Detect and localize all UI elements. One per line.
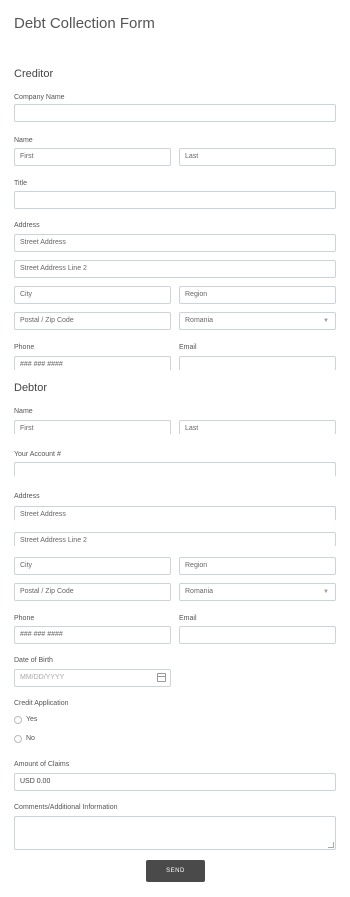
debtor-country-select[interactable]: Romania ▼ <box>179 583 336 601</box>
creditor-title-label: Title <box>14 180 27 187</box>
debtor-email-input[interactable] <box>179 626 336 644</box>
credit-application-label: Credit Application <box>14 700 69 707</box>
debtor-first-name-input[interactable]: First <box>14 420 171 434</box>
debtor-email-label: Email <box>179 615 197 622</box>
debtor-postal-input[interactable]: Postal / Zip Code <box>14 583 171 601</box>
debtor-region-input[interactable]: Region <box>179 557 336 575</box>
send-button[interactable]: SEND <box>146 860 205 882</box>
date-of-birth-placeholder: MM/DD/YYYY <box>20 674 65 681</box>
credit-no-label: No <box>26 735 35 742</box>
page-title: Debt Collection Form <box>14 15 155 32</box>
debtor-street2-input[interactable]: Street Address Line 2 <box>14 532 336 546</box>
account-number-input[interactable] <box>14 462 336 476</box>
creditor-name-label: Name <box>14 137 33 144</box>
creditor-heading: Creditor <box>14 68 54 80</box>
debtor-last-name-input[interactable]: Last <box>179 420 336 434</box>
company-name-label: Company Name <box>14 94 65 101</box>
comments-textarea[interactable] <box>14 816 336 850</box>
credit-yes-radio[interactable] <box>14 716 22 724</box>
debtor-name-label: Name <box>14 408 33 415</box>
creditor-email-input[interactable] <box>179 356 336 370</box>
creditor-postal-input[interactable]: Postal / Zip Code <box>14 312 171 330</box>
creditor-phone-input[interactable]: ### ### #### <box>14 356 171 370</box>
amount-of-claims-label: Amount of Claims <box>14 761 70 768</box>
creditor-phone-label: Phone <box>14 344 35 351</box>
amount-of-claims-input[interactable]: USD 0.00 <box>14 773 336 791</box>
creditor-address-label: Address <box>14 222 40 229</box>
debtor-phone-label: Phone <box>14 615 35 622</box>
creditor-city-input[interactable]: City <box>14 286 171 304</box>
creditor-first-name-input[interactable]: First <box>14 148 171 166</box>
debtor-street-input[interactable]: Street Address <box>14 506 336 520</box>
date-of-birth-label: Date of Birth <box>14 657 53 664</box>
credit-yes-label: Yes <box>26 716 38 723</box>
creditor-email-label: Email <box>179 344 197 351</box>
account-number-label: Your Account # <box>14 451 61 458</box>
debtor-address-label: Address <box>14 493 40 500</box>
date-of-birth-input[interactable]: MM/DD/YYYY <box>14 669 171 687</box>
creditor-street-input[interactable]: Street Address <box>14 234 336 252</box>
creditor-country-select[interactable]: Romania ▼ <box>179 312 336 330</box>
debtor-city-input[interactable]: City <box>14 557 171 575</box>
resize-handle[interactable] <box>328 842 334 848</box>
chevron-down-icon: ▼ <box>323 318 329 324</box>
comments-label: Comments/Additional Information <box>14 804 118 811</box>
creditor-last-name-input[interactable]: Last <box>179 148 336 166</box>
debtor-phone-input[interactable]: ### ### #### <box>14 626 171 644</box>
creditor-street2-input[interactable]: Street Address Line 2 <box>14 260 336 278</box>
debtor-country-value: Romania <box>185 588 214 595</box>
debtor-heading: Debtor <box>14 382 48 394</box>
credit-no-radio[interactable] <box>14 735 22 743</box>
company-name-input[interactable] <box>14 104 336 122</box>
creditor-title-input[interactable] <box>14 191 336 209</box>
creditor-region-input[interactable]: Region <box>179 286 336 304</box>
calendar-icon[interactable] <box>157 673 166 682</box>
chevron-down-icon: ▼ <box>323 589 329 595</box>
creditor-country-value: Romania <box>185 317 214 324</box>
